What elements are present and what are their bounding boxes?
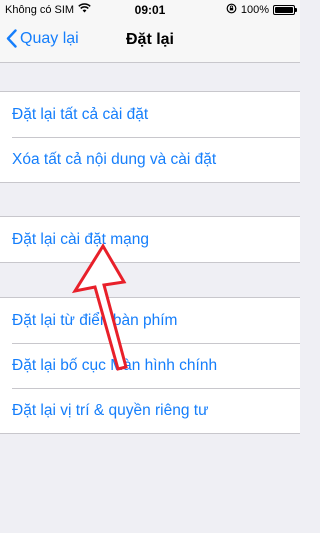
reset-home-screen-layout-item[interactable]: Đặt lại bố cục Màn hình chính [0, 343, 300, 388]
annotation-arrow-icon [71, 243, 128, 371]
status-right: 100% [226, 3, 297, 17]
battery-icon [273, 5, 297, 15]
battery-percent: 100% [240, 4, 269, 16]
rotation-lock-icon [226, 3, 237, 17]
settings-group-network: Đặt lại cài đặt mạng [0, 216, 300, 263]
navigation-bar: Quay lại Đặt lại [0, 20, 300, 63]
reset-location-privacy-item[interactable]: Đặt lại vị trí & quyền riêng tư [0, 388, 300, 433]
settings-screen: Không có SIM 09:01 100% Quay lại Đặt lại… [0, 0, 300, 533]
reset-network-settings-item[interactable]: Đặt lại cài đặt mạng [0, 217, 300, 262]
settings-group-reset-all: Đặt lại tất cả cài đặt Xóa tất cả nội du… [0, 91, 300, 183]
settings-group-other-resets: Đặt lại từ điển bàn phím Đặt lại bố cục … [0, 297, 300, 434]
reset-all-settings-item[interactable]: Đặt lại tất cả cài đặt [0, 92, 300, 137]
reset-keyboard-dictionary-item[interactable]: Đặt lại từ điển bàn phím [0, 298, 300, 343]
page-title: Đặt lại [125, 31, 174, 48]
erase-all-content-item[interactable]: Xóa tất cả nội dung và cài đặt [0, 137, 300, 182]
status-bar: Không có SIM 09:01 100% [0, 0, 300, 20]
